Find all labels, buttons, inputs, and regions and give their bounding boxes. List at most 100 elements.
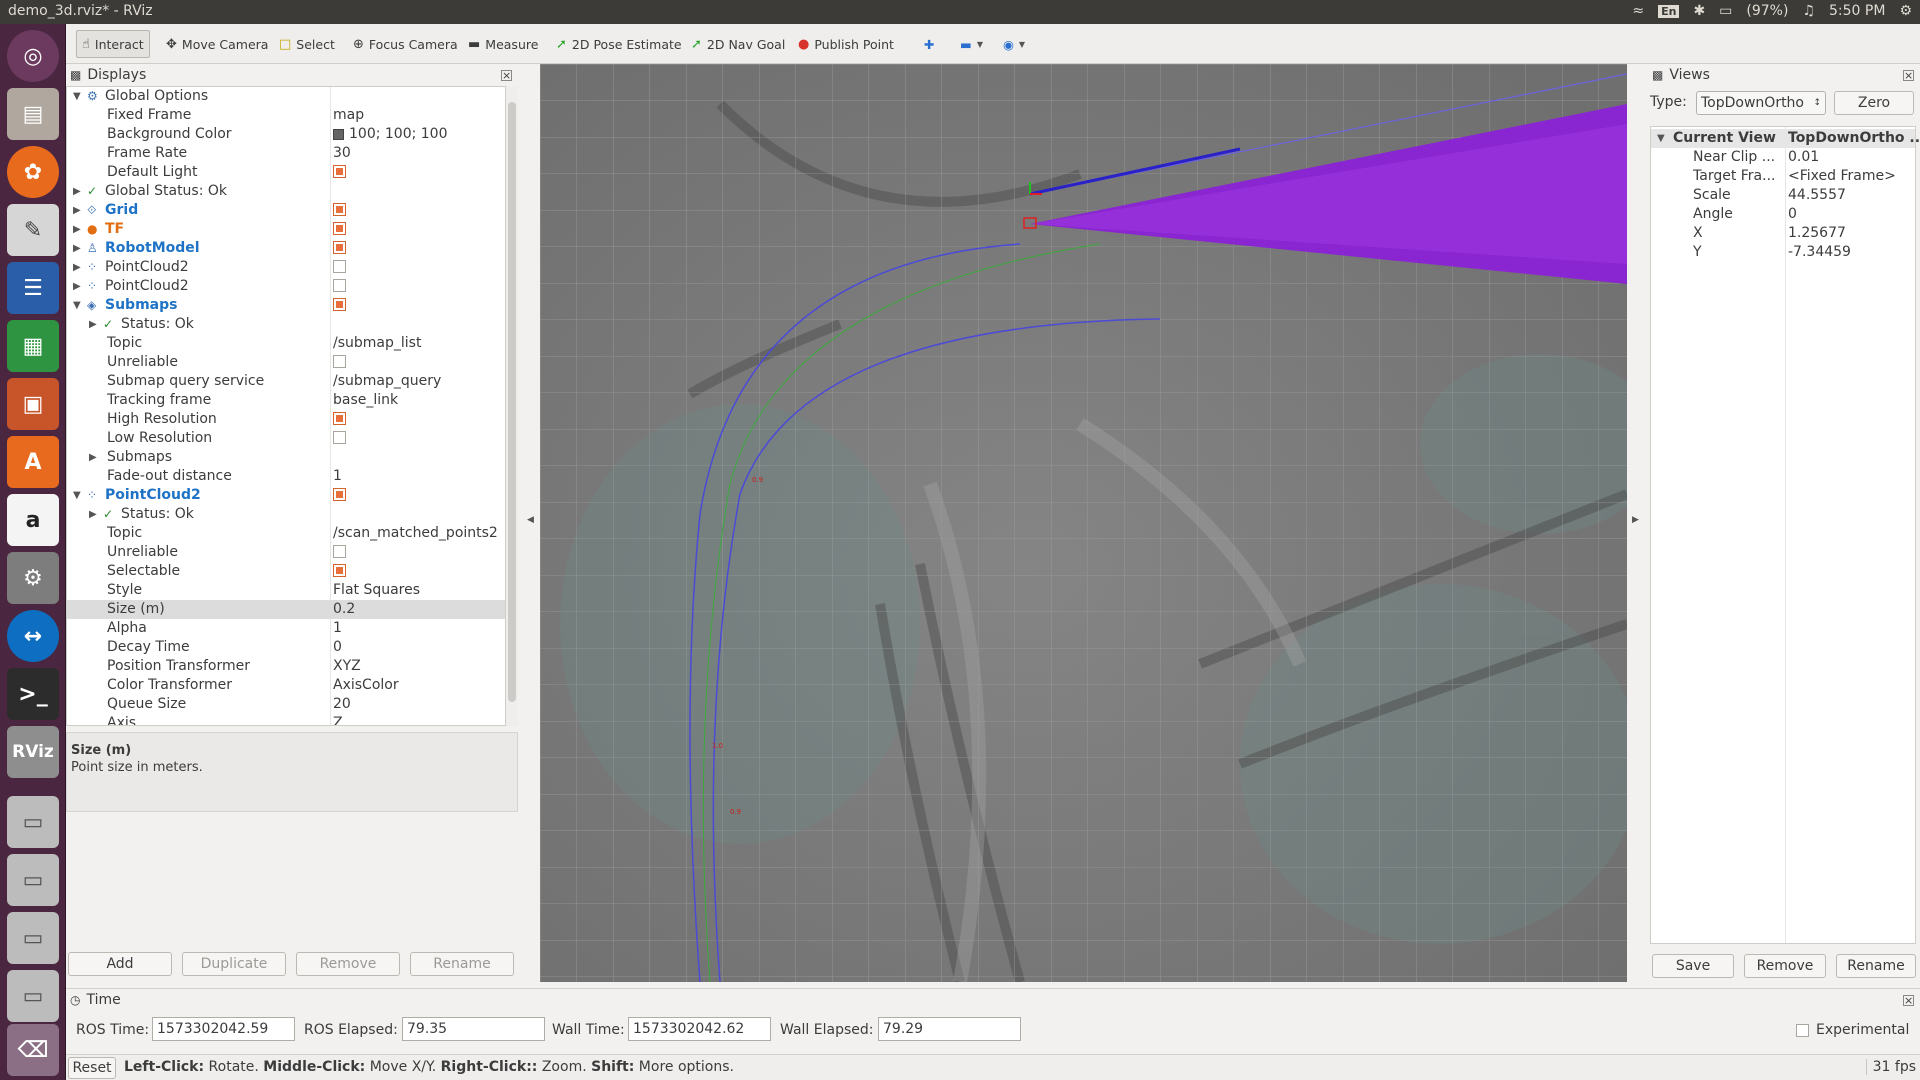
display-tree-row[interactable]: Fixed Frame map bbox=[67, 106, 505, 125]
render-viewport[interactable]: 0.9 1.0 0.9 bbox=[540, 64, 1627, 982]
close-icon[interactable]: × bbox=[501, 69, 512, 81]
expand-right-icon[interactable]: ▶ bbox=[89, 315, 97, 334]
calc-icon[interactable]: ▦ bbox=[7, 320, 59, 372]
reset-button[interactable]: Reset bbox=[68, 1057, 116, 1079]
display-tree-row[interactable]: Color Transformer AxisColor bbox=[67, 676, 505, 695]
impress-icon[interactable]: ▣ bbox=[7, 378, 59, 430]
property-value[interactable] bbox=[333, 353, 346, 372]
property-checkbox[interactable] bbox=[333, 411, 346, 425]
property-checkbox[interactable] bbox=[333, 164, 346, 178]
property-value[interactable]: 100; 100; 100 bbox=[333, 125, 448, 144]
terminal-icon[interactable]: >_ bbox=[7, 668, 59, 720]
collapse-left-icon[interactable]: ◀ bbox=[527, 515, 534, 525]
drive-icon[interactable]: ▭ bbox=[7, 970, 59, 1022]
property-value[interactable]: AxisColor bbox=[333, 676, 399, 695]
expand-right-icon[interactable]: ▶ bbox=[89, 448, 97, 467]
ros-elapsed-field[interactable]: 79.35 bbox=[402, 1017, 545, 1041]
display-tree-row[interactable]: ▶ ● TF bbox=[67, 220, 505, 239]
display-tree-row[interactable]: Default Light bbox=[67, 163, 505, 182]
wall-time-field[interactable]: 1573302042.62 bbox=[628, 1017, 771, 1041]
rviz-icon[interactable]: RViz bbox=[7, 726, 59, 778]
display-tree-row[interactable]: Topic/scan_matched_points2 bbox=[67, 524, 505, 543]
property-value[interactable]: 1 bbox=[333, 467, 342, 486]
view-type-select[interactable]: TopDownOrtho ↕ bbox=[1696, 91, 1826, 115]
view-property-value[interactable]: 44.5557 bbox=[1788, 186, 1846, 205]
property-checkbox[interactable] bbox=[333, 563, 346, 577]
display-tree-row[interactable]: ▶ ⁘ PointCloud2 bbox=[67, 258, 505, 277]
property-value[interactable]: 0 bbox=[333, 638, 342, 657]
property-checkbox[interactable] bbox=[333, 430, 346, 444]
expand-right-icon[interactable]: ▶ bbox=[73, 239, 81, 258]
property-value[interactable]: XYZ bbox=[333, 657, 361, 676]
display-tree-row[interactable]: ▶ ✓ Status: Ok bbox=[67, 315, 505, 334]
teamviewer-icon[interactable]: ↔ bbox=[7, 610, 59, 662]
wall-elapsed-field[interactable]: 79.29 bbox=[878, 1017, 1021, 1041]
property-checkbox[interactable] bbox=[333, 354, 346, 368]
expand-down-icon[interactable]: ▼ bbox=[73, 486, 81, 505]
property-checkbox[interactable] bbox=[333, 544, 346, 558]
property-value[interactable] bbox=[333, 277, 346, 296]
property-value[interactable] bbox=[333, 163, 346, 182]
display-tree-row[interactable]: ▼ ◈ Submaps bbox=[67, 296, 505, 315]
view-property-row[interactable]: ▼ Current View TopDownOrtho ... bbox=[1651, 129, 1920, 148]
volume-icon[interactable]: ♫ bbox=[1802, 3, 1815, 19]
display-tree-row[interactable]: Axis Z bbox=[67, 714, 505, 725]
view-property-value[interactable]: -7.34459 bbox=[1788, 243, 1851, 262]
view-property-value[interactable]: 0 bbox=[1788, 205, 1797, 224]
view-property-row[interactable]: Target Fra... <Fixed Frame> bbox=[1651, 167, 1915, 186]
property-value[interactable]: map bbox=[333, 106, 364, 125]
property-checkbox[interactable] bbox=[333, 240, 346, 254]
drive-icon[interactable]: ▭ bbox=[7, 796, 59, 848]
property-value[interactable] bbox=[333, 562, 346, 581]
property-value[interactable]: /submap_list bbox=[333, 334, 421, 353]
property-value[interactable]: 0.2 bbox=[333, 600, 355, 619]
display-tree-row[interactable]: Submap query service/submap_query bbox=[67, 372, 505, 391]
publish-point-button[interactable]: ● Publish Point bbox=[793, 30, 899, 58]
duplicate-display-button[interactable]: Duplicate bbox=[182, 952, 286, 976]
ubuntu-dash-icon[interactable]: ◎ bbox=[7, 30, 59, 82]
close-icon[interactable]: × bbox=[1903, 994, 1914, 1006]
property-value[interactable]: /submap_query bbox=[333, 372, 441, 391]
expand-down-icon[interactable]: ▼ bbox=[73, 296, 81, 315]
display-tree-row[interactable]: Style Flat Squares bbox=[67, 581, 505, 600]
bluetooth-icon[interactable]: ✱ bbox=[1693, 3, 1705, 19]
view-property-row[interactable]: X 1.25677 bbox=[1651, 224, 1915, 243]
display-tree-row[interactable]: ▶ Submaps bbox=[67, 448, 505, 467]
2d-pose-estimate-button[interactable]: ➚ 2D Pose Estimate bbox=[551, 30, 687, 58]
display-tree-row[interactable]: ▶ ♙ RobotModel bbox=[67, 239, 505, 258]
remove-view-button[interactable]: Remove bbox=[1744, 954, 1826, 978]
property-value[interactable]: Flat Squares bbox=[333, 581, 420, 600]
displays-scrollbar[interactable] bbox=[506, 86, 518, 726]
color-swatch[interactable] bbox=[333, 128, 344, 140]
view-property-value[interactable]: TopDownOrtho ... bbox=[1788, 129, 1920, 148]
property-checkbox[interactable] bbox=[333, 297, 346, 311]
property-value[interactable] bbox=[333, 201, 346, 220]
2d-nav-goal-button[interactable]: ➚ 2D Nav Goal bbox=[686, 30, 790, 58]
view-property-row[interactable]: Scale 44.5557 bbox=[1651, 186, 1915, 205]
view-property-value[interactable]: 0.01 bbox=[1788, 148, 1819, 167]
display-tree-row[interactable]: Low Resolution bbox=[67, 429, 505, 448]
property-value[interactable] bbox=[333, 410, 346, 429]
display-tree-row[interactable]: Unreliable bbox=[67, 543, 505, 562]
experimental-checkbox[interactable] bbox=[1796, 1024, 1809, 1037]
interact-tool-button[interactable]: ☝ Interact bbox=[76, 30, 150, 58]
battery-icon[interactable]: ▭ bbox=[1719, 3, 1732, 19]
display-tree-row[interactable]: Size (m) 0.2 bbox=[67, 600, 505, 619]
property-value[interactable] bbox=[333, 220, 346, 239]
property-value[interactable] bbox=[333, 543, 346, 562]
add-tool-button[interactable]: ✚ bbox=[919, 30, 939, 58]
display-tree-row[interactable]: ▶ ✓ Status: Ok bbox=[67, 505, 505, 524]
rename-display-button[interactable]: Rename bbox=[410, 952, 514, 976]
property-value[interactable]: 30 bbox=[333, 144, 351, 163]
display-tree-row[interactable]: ▶ ⁘ PointCloud2 bbox=[67, 277, 505, 296]
expand-right-icon[interactable]: ▶ bbox=[73, 258, 81, 277]
expand-down-icon[interactable]: ▼ bbox=[1657, 129, 1665, 148]
property-checkbox[interactable] bbox=[333, 202, 346, 216]
property-value[interactable] bbox=[333, 296, 346, 315]
expand-right-icon[interactable]: ▶ bbox=[73, 182, 81, 201]
remove-display-button[interactable]: Remove bbox=[296, 952, 400, 976]
display-tree-row[interactable]: Alpha 1 bbox=[67, 619, 505, 638]
expand-down-icon[interactable]: ▼ bbox=[73, 87, 81, 106]
property-value[interactable] bbox=[333, 258, 346, 277]
wifi-icon[interactable]: ≈ bbox=[1632, 3, 1644, 19]
